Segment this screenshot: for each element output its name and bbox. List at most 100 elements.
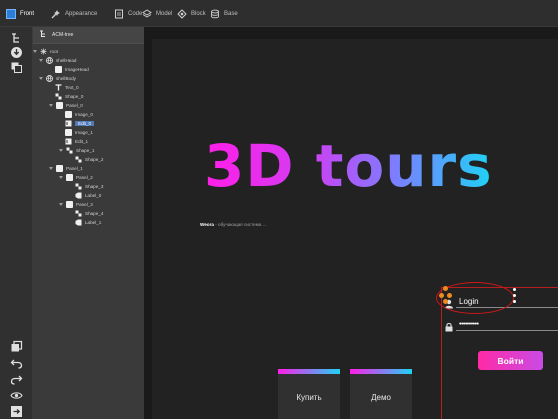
shape-icon [55, 93, 62, 100]
tree-item-edit-0[interactable]: Edit_0 [65, 119, 95, 128]
demo-card-label: Демо [371, 393, 391, 402]
tab-model[interactable]: Model [138, 4, 176, 23]
tree-item-root[interactable]: root [33, 47, 58, 56]
tab-label: Appearance [65, 10, 98, 17]
tree-item-panel-1[interactable]: Panel_1 [49, 164, 83, 173]
caret-down-icon[interactable] [59, 176, 63, 179]
tree-header-icon [39, 30, 47, 40]
tree-item-text-0[interactable]: Text_0 [55, 83, 79, 92]
front-icon [6, 8, 16, 19]
download-icon[interactable] [10, 46, 23, 59]
tree-header: ACM-tree [33, 27, 144, 44]
resize-handle[interactable] [447, 293, 452, 298]
design-canvas[interactable]: 3D tours Weora - обучающая система ... L… [144, 27, 558, 419]
edit-icon [65, 120, 72, 127]
card-gradient-bar [278, 369, 340, 374]
eye-icon[interactable] [10, 389, 23, 402]
tree-structure-icon[interactable] [10, 32, 23, 45]
buy-card-label: Купить [296, 393, 322, 402]
tree-item-panel-0[interactable]: Panel_0 [49, 101, 83, 110]
artboard[interactable]: 3D tours Weora - обучающая система ... L… [152, 39, 558, 419]
tab-label: Model [156, 10, 173, 17]
panel-icon [66, 174, 73, 181]
layers-icon [142, 8, 152, 19]
label-icon [75, 192, 82, 199]
password-row[interactable]: •••••••••• [442, 317, 558, 332]
tree-header-label: ACM-tree [52, 32, 74, 38]
shape-icon [75, 156, 82, 163]
shape-icon [75, 210, 82, 217]
tree-item-label-0[interactable]: Label_0 [75, 191, 101, 200]
login-panel[interactable]: Login •••••••••• Войти [436, 282, 558, 419]
database-icon [210, 9, 220, 19]
image-icon [65, 111, 72, 118]
panel-icon [56, 165, 63, 172]
label-icon [75, 219, 82, 226]
tree-item-shape-2[interactable]: Shape_2 [75, 155, 103, 164]
hero-subtitle[interactable]: Weora - обучающая система ... [200, 222, 267, 227]
resize-handle[interactable] [443, 286, 448, 291]
caret-down-icon[interactable] [59, 203, 63, 206]
shape-icon [75, 183, 82, 190]
caret-down-icon[interactable] [59, 149, 63, 152]
panel-icon [56, 102, 63, 109]
exit-icon[interactable] [10, 405, 23, 418]
caret-down-icon[interactable] [33, 50, 37, 53]
left-tool-rail [0, 27, 33, 419]
resize-handle[interactable] [439, 293, 444, 298]
tree-item-shape-4[interactable]: Shape_4 [75, 209, 103, 218]
tree-item-shape-1[interactable]: Shape_1 [59, 146, 94, 155]
tree-item-panel-2[interactable]: Panel_2 [59, 173, 93, 182]
acm-tree-panel: ACM-tree root shellHead ImageHead shellB… [33, 27, 144, 419]
tree-item-image-0[interactable]: Image_0 [65, 110, 93, 119]
image-icon [65, 129, 72, 136]
login-submit-button[interactable]: Войти [478, 351, 543, 370]
globe-icon [46, 57, 53, 64]
resize-handle[interactable] [513, 288, 516, 291]
text-icon [55, 84, 62, 91]
block-icon [177, 8, 187, 19]
shape-icon [66, 147, 73, 154]
demo-card[interactable]: Демо [350, 369, 412, 419]
redo-icon[interactable] [10, 373, 23, 386]
password-field[interactable]: •••••••••• [459, 321, 479, 328]
hero-title[interactable]: 3D tours [204, 132, 493, 200]
tree-item-shellbody[interactable]: shellBody [39, 74, 76, 83]
panel-icon [66, 201, 73, 208]
wand-icon [51, 9, 61, 19]
globe-icon [46, 75, 53, 82]
copy-icon[interactable] [10, 61, 23, 74]
tree-item-image-1[interactable]: Image_1 [65, 128, 93, 137]
image-icon [55, 66, 62, 73]
tree-item-shellhead[interactable]: shellHead [39, 56, 76, 65]
tree-item-shape-0[interactable]: Shape_0 [55, 92, 83, 101]
resize-handle[interactable] [443, 299, 448, 304]
caret-down-icon[interactable] [39, 59, 43, 62]
tree-item-edit-1[interactable]: Edit_1 [65, 137, 88, 146]
tree-item-label-1[interactable]: Label_1 [75, 218, 101, 227]
brand-name: Weora [200, 222, 214, 227]
card-gradient-bar [350, 369, 412, 374]
tab-label: Base [224, 10, 238, 17]
tree-item-imagehead[interactable]: ImageHead [55, 65, 89, 74]
caret-down-icon[interactable] [49, 167, 53, 170]
tab-block[interactable]: Block [173, 4, 210, 23]
tab-label: Block [191, 10, 206, 17]
lock-icon [444, 319, 454, 332]
caret-down-icon[interactable] [39, 77, 43, 80]
tree-item-panel-3[interactable]: Panel_3 [59, 200, 93, 209]
code-icon [114, 9, 124, 19]
buy-card[interactable]: Купить [278, 369, 340, 419]
edit-icon [65, 138, 72, 145]
tab-label: Front [20, 10, 35, 17]
field-underline [456, 330, 558, 331]
tab-front[interactable]: Front [2, 4, 38, 23]
undo-icon[interactable] [10, 357, 23, 370]
tab-appearance[interactable]: Appearance [47, 4, 101, 23]
resize-handle[interactable] [513, 300, 516, 303]
caret-down-icon[interactable] [49, 104, 53, 107]
tree-item-shape-3[interactable]: Shape_3 [75, 182, 103, 191]
tab-base[interactable]: Base [206, 4, 242, 23]
duplicate-icon[interactable] [10, 340, 23, 353]
resize-handle[interactable] [513, 294, 516, 297]
